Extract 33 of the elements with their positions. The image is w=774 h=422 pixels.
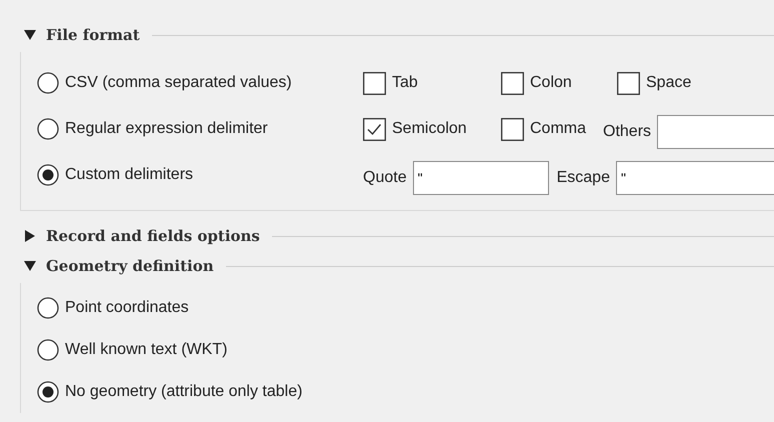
radio-label: Point coordinates bbox=[65, 298, 189, 318]
collapse-arrow-icon[interactable] bbox=[24, 260, 36, 272]
checkbox-label: Semicolon bbox=[392, 119, 467, 139]
checkbox-label: Space bbox=[646, 73, 692, 93]
field-label: Escape bbox=[556, 168, 610, 188]
checkbox-label: Tab bbox=[392, 73, 418, 93]
checkbox[interactable] bbox=[363, 72, 386, 94]
radio-button[interactable] bbox=[37, 164, 59, 186]
radio-button[interactable] bbox=[37, 118, 59, 140]
collapse-arrow-icon[interactable] bbox=[24, 29, 36, 41]
radio-button[interactable] bbox=[37, 72, 59, 94]
text-field[interactable]: " bbox=[412, 161, 549, 195]
expand-arrow-icon[interactable] bbox=[24, 230, 36, 242]
checkbox[interactable] bbox=[617, 72, 640, 94]
checkbox-label: Colon bbox=[530, 73, 572, 93]
text-field[interactable]: " bbox=[616, 161, 774, 195]
checkbox-label: Comma bbox=[530, 119, 586, 139]
checkbox[interactable] bbox=[501, 72, 524, 94]
field-label: Quote bbox=[363, 168, 407, 188]
radio-button[interactable] bbox=[37, 297, 59, 319]
radio-button[interactable] bbox=[37, 381, 59, 403]
checkbox[interactable] bbox=[363, 118, 386, 140]
section-title: Geometry definition bbox=[46, 256, 215, 277]
radio-label: CSV (comma separated values) bbox=[65, 73, 292, 93]
radio-button[interactable] bbox=[37, 339, 59, 361]
checkbox[interactable] bbox=[501, 118, 524, 140]
radio-label: Well known text (WKT) bbox=[65, 340, 228, 360]
radio-label: No geometry (attribute only table) bbox=[65, 382, 302, 402]
field-label: Others bbox=[603, 122, 652, 142]
section-title: File format bbox=[46, 24, 141, 46]
radio-label: Regular expression delimiter bbox=[65, 119, 268, 139]
radio-label: Custom delimiters bbox=[65, 165, 194, 185]
section-title: Record and fields options bbox=[46, 226, 261, 247]
